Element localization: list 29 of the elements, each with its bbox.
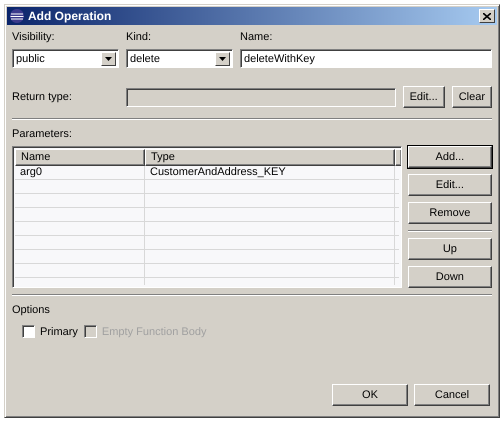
- column-header[interactable]: Type: [145, 149, 395, 166]
- table-cell-text: CustomerAndAddress_KEY: [149, 166, 287, 180]
- column-header[interactable]: Name: [15, 149, 145, 166]
- field-label: Visibility:: [12, 31, 56, 44]
- field-label: Name:: [240, 31, 274, 44]
- table-cell-text: arg0: [19, 166, 44, 180]
- visibility-dropdown[interactable]: public: [12, 49, 119, 68]
- close-button[interactable]: [479, 9, 495, 23]
- close-icon: [483, 12, 491, 20]
- section-label: Options: [12, 304, 51, 317]
- parameter-button[interactable]: Add...: [408, 146, 492, 168]
- cancel-button[interactable]: Cancel: [414, 384, 490, 406]
- column-header[interactable]: [395, 149, 401, 166]
- field-label: Kind:: [126, 31, 152, 44]
- parameter-button[interactable]: Remove: [408, 202, 492, 224]
- parameter-button[interactable]: Down: [408, 266, 492, 288]
- kind-dropdown[interactable]: delete: [126, 49, 233, 68]
- parameter-button[interactable]: Edit...: [408, 174, 492, 196]
- parameter-button[interactable]: Up: [408, 238, 492, 260]
- edit-button[interactable]: Edit...: [402, 86, 445, 108]
- return-type-field[interactable]: [126, 88, 396, 106]
- app-icon: [9, 8, 25, 24]
- clear-button[interactable]: Clear: [452, 86, 492, 108]
- window-title: Add Operation: [28, 9, 112, 23]
- ok-button[interactable]: OK: [332, 384, 408, 406]
- field-label: Return type:: [12, 90, 73, 104]
- checkbox[interactable]: Primary: [22, 325, 78, 338]
- section-label: Parameters:: [12, 128, 73, 141]
- name-field[interactable]: deleteWithKey: [240, 49, 492, 68]
